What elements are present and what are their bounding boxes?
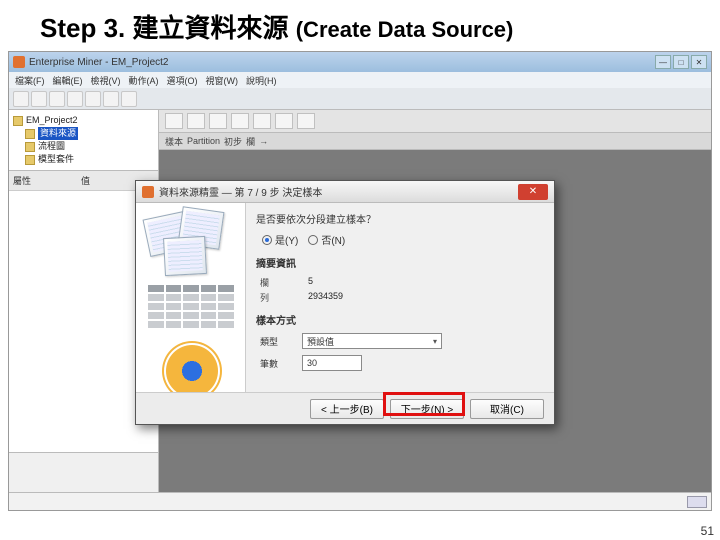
size-label: 筆數 <box>260 357 294 370</box>
left-bottom-panel <box>9 452 158 492</box>
art-sheet-icon <box>163 236 207 276</box>
menu-options[interactable]: 選項(O) <box>167 74 198 87</box>
wizard-art-panel <box>136 203 246 392</box>
maximize-button[interactable]: □ <box>673 55 689 69</box>
toolbar-btn[interactable] <box>31 91 47 107</box>
status-progress-icon <box>687 496 707 508</box>
cancel-button[interactable]: 取消(C) <box>470 399 544 419</box>
section-summary-label: 摘要資訊 <box>256 255 544 270</box>
canvas-btn[interactable] <box>209 113 227 129</box>
canvas-btn[interactable] <box>253 113 271 129</box>
slide-title: Step 3. 建立資料來源 (Create Data Source) <box>0 0 720 51</box>
tab-columns[interactable]: 欄 <box>246 135 255 148</box>
canvas-btn[interactable] <box>231 113 249 129</box>
prop-col-value: 值 <box>81 174 90 187</box>
wizard-question: 是否要依次分段建立樣本？ <box>256 211 544 226</box>
rows-label: 欄 <box>260 276 300 289</box>
cols-label: 列 <box>260 291 300 304</box>
menu-edit[interactable]: 編輯(E) <box>53 74 83 87</box>
tree-model-packages[interactable]: 模型套件 <box>38 153 74 166</box>
tab-more-icon[interactable]: → <box>259 136 268 146</box>
minimize-button[interactable]: — <box>655 55 671 69</box>
tree-data-sources[interactable]: 資料來源 <box>38 127 78 140</box>
toolbar-btn[interactable] <box>103 91 119 107</box>
type-label: 類型 <box>260 335 294 348</box>
toolbar-btn[interactable] <box>13 91 29 107</box>
statusbar <box>9 492 711 510</box>
wizard-titlebar: 資料來源精靈 — 第 7 / 9 步 決定樣本 ✕ <box>136 181 554 203</box>
tab-explore[interactable]: 初步 <box>224 135 242 148</box>
type-value: 預設值 <box>307 335 334 348</box>
next-button[interactable]: 下一步(N) > <box>390 399 464 419</box>
folder-icon <box>25 129 35 139</box>
menu-file[interactable]: 檔案(F) <box>15 74 45 87</box>
radio-yes[interactable]: 是(Y) <box>262 232 298 247</box>
title-en: (Create Data Source) <box>296 17 514 42</box>
wizard-button-bar: < 上一步(B) 下一步(N) > 取消(C) <box>136 392 554 424</box>
menu-help[interactable]: 說明(H) <box>246 74 277 87</box>
tab-sample[interactable]: 樣本 <box>165 135 183 148</box>
canvas-tabs: 樣本 Partition 初步 欄 → <box>159 132 711 150</box>
data-source-wizard-dialog: 資料來源精靈 — 第 7 / 9 步 決定樣本 ✕ <box>135 180 555 425</box>
section-sample-label: 樣本方式 <box>256 312 544 327</box>
tree-diagrams[interactable]: 流程圖 <box>38 140 65 153</box>
toolbar-btn[interactable] <box>49 91 65 107</box>
window-title: Enterprise Miner - EM_Project2 <box>29 57 169 68</box>
canvas-btn[interactable] <box>187 113 205 129</box>
type-select[interactable]: 預設值 ▾ <box>302 333 442 349</box>
prop-col-name: 屬性 <box>13 174 31 187</box>
app-window: Enterprise Miner - EM_Project2 — □ ✕ 檔案(… <box>8 51 712 511</box>
radio-no[interactable]: 否(N) <box>308 232 345 247</box>
title-cjk: 建立資料來源 <box>132 14 288 43</box>
canvas-btn[interactable] <box>297 113 315 129</box>
folder-icon <box>25 155 35 165</box>
radio-dot-icon <box>308 235 318 245</box>
tab-partition[interactable]: Partition <box>187 136 220 146</box>
toolbar-btn[interactable] <box>121 91 137 107</box>
step-prefix: Step 3. <box>40 13 132 43</box>
project-tree[interactable]: EM_Project2 資料來源 流程圖 模型套件 <box>9 110 158 170</box>
tree-root[interactable]: EM_Project2 <box>26 114 78 127</box>
close-button[interactable]: ✕ <box>691 55 707 69</box>
toolbar-btn[interactable] <box>67 91 83 107</box>
wizard-form: 是否要依次分段建立樣本？ 是(Y) 否(N) 摘要資訊 欄5 列2934359 … <box>246 203 554 392</box>
menubar: 檔案(F) 編輯(E) 檢視(V) 動作(A) 選項(O) 視窗(W) 說明(H… <box>9 72 711 88</box>
art-table-icon <box>148 285 234 330</box>
app-icon <box>13 56 25 68</box>
wizard-close-button[interactable]: ✕ <box>518 184 548 200</box>
canvas-btn[interactable] <box>165 113 183 129</box>
radio-dot-icon <box>262 235 272 245</box>
menu-view[interactable]: 檢視(V) <box>91 74 121 87</box>
art-target-icon <box>164 343 220 392</box>
cols-value: 2934359 <box>308 291 544 304</box>
toolbar <box>9 88 711 110</box>
wizard-title: 資料來源精靈 — 第 7 / 9 步 決定樣本 <box>159 184 322 199</box>
size-input[interactable]: 30 <box>302 355 362 371</box>
chevron-down-icon: ▾ <box>433 337 437 346</box>
toolbar-btn[interactable] <box>85 91 101 107</box>
wizard-icon <box>142 186 154 198</box>
back-button[interactable]: < 上一步(B) <box>310 399 384 419</box>
titlebar: Enterprise Miner - EM_Project2 — □ ✕ <box>9 52 711 72</box>
rows-value: 5 <box>308 276 544 289</box>
canvas-toolbar <box>159 110 711 132</box>
folder-icon <box>13 116 23 126</box>
menu-action[interactable]: 動作(A) <box>129 74 159 87</box>
folder-icon <box>25 142 35 152</box>
menu-window[interactable]: 視窗(W) <box>206 74 239 87</box>
canvas-btn[interactable] <box>275 113 293 129</box>
page-number: 51 <box>701 524 714 538</box>
